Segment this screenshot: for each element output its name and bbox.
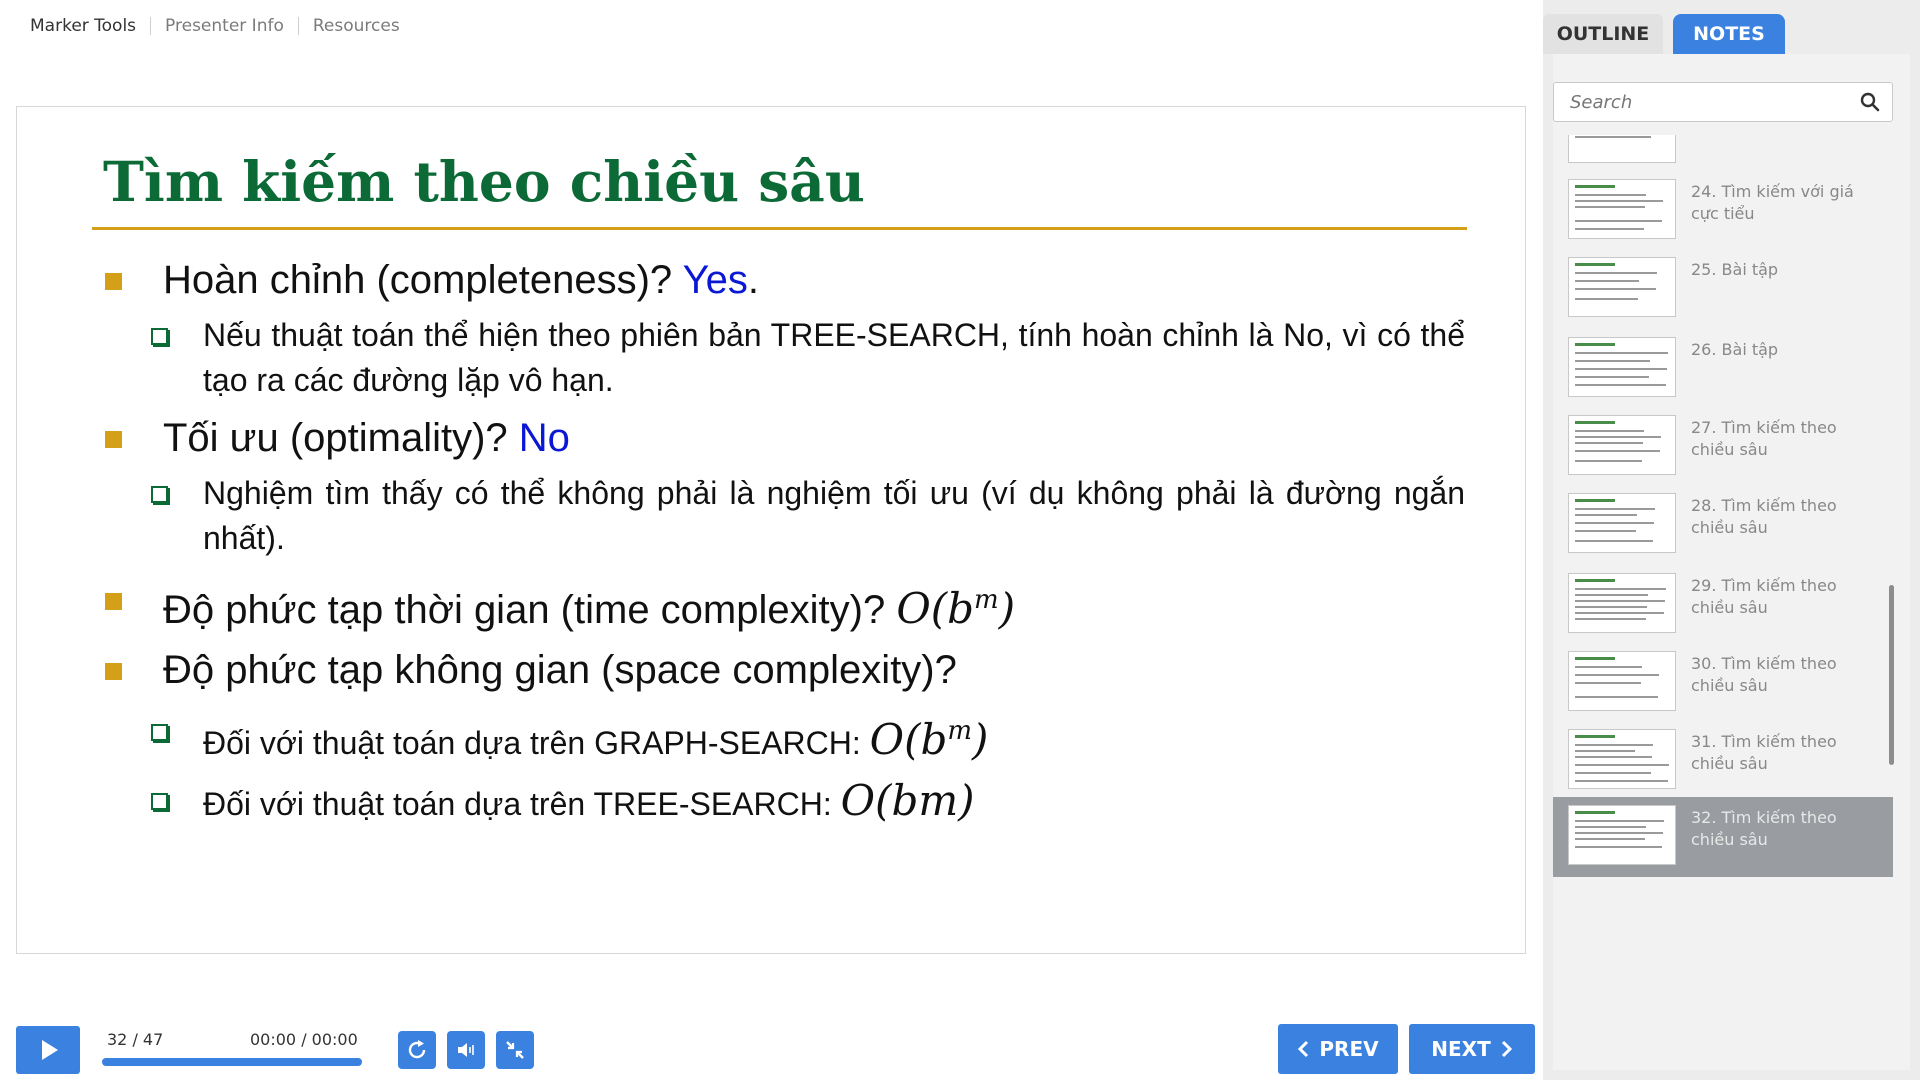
sub-bullet-tree-search-space: Đối với thuật toán dựa trên TREE-SEARCH:… (105, 778, 1465, 827)
slide-thumbnail (1568, 729, 1676, 789)
slide-title: Tìm kiếm theo chiều sâu (103, 149, 865, 214)
sidebar-scrollbar[interactable] (1889, 585, 1894, 765)
slide-thumbnail (1568, 805, 1676, 865)
menu-divider (297, 17, 299, 35)
volume-button[interactable] (447, 1031, 485, 1069)
collapse-icon (506, 1041, 524, 1059)
top-menu: Marker Tools Presenter Info Resources (30, 16, 400, 36)
slide-list: tiểu 24. Tìm kiếm với giá cực tiểu 25. Bài… (1553, 135, 1903, 1070)
slide-list-item[interactable]: 31. Tìm kiếm theo chiều sâu (1553, 721, 1893, 801)
slide-list-item[interactable]: 28. Tìm kiếm theo chiều sâu (1553, 485, 1893, 565)
bullet-text: Độ phức tạp không gian (space complexity… (163, 648, 957, 692)
sub-bullet-graph-search: Đối với thuật toán dựa trên GRAPH-SEARCH… (105, 709, 1465, 766)
progress-fill (102, 1058, 362, 1066)
math-expression: O(bm) (896, 584, 1016, 633)
menu-divider (150, 17, 152, 35)
prev-label: PREV (1319, 1037, 1379, 1061)
marker-tools-link[interactable]: Marker Tools (30, 16, 136, 36)
tab-outline[interactable]: OUTLINE (1543, 14, 1663, 54)
slide-list-label: 30. Tìm kiếm theo chiều sâu (1691, 654, 1837, 695)
search-box (1553, 82, 1893, 122)
bullet-answer: No (518, 416, 570, 460)
sub-bullet-text: Đối với thuật toán dựa trên GRAPH-SEARCH… (203, 725, 870, 761)
slide-thumbnail (1568, 257, 1676, 317)
chevron-left-icon (1298, 1040, 1309, 1058)
next-label: NEXT (1431, 1037, 1491, 1061)
replay-button[interactable] (398, 1031, 436, 1069)
volume-icon (458, 1043, 474, 1057)
slide-list-item[interactable]: 25. Bài tập (1553, 249, 1893, 329)
slide-list-label: 28. Tìm kiếm theo chiều sâu (1691, 496, 1837, 537)
bullet-time-complexity: Độ phức tạp thời gian (time complexity)?… (105, 575, 1465, 635)
slide-thumbnail (1568, 415, 1676, 475)
collapse-button[interactable] (496, 1031, 534, 1069)
bullet-text: Tối ưu (optimality)? (163, 416, 519, 460)
prev-button[interactable]: PREV (1278, 1024, 1398, 1074)
slide-thumbnail (1568, 179, 1676, 239)
slide-list-item[interactable]: 24. Tìm kiếm với giá cực tiểu (1553, 171, 1893, 251)
title-divider (92, 227, 1467, 230)
play-button[interactable] (16, 1026, 80, 1074)
bullet-answer: Yes (682, 258, 748, 302)
sub-bullet-not-optimal: Nghiệm tìm thấy có thể không phải là ngh… (105, 471, 1465, 561)
slide-list-label: 32. Tìm kiếm theo chiều sâu (1691, 808, 1837, 849)
presenter-info-link[interactable]: Presenter Info (165, 16, 284, 36)
slide-thumbnail (1568, 573, 1676, 633)
bullet-optimality: Tối ưu (optimality)? No (105, 413, 1465, 463)
bullet-space-complexity: Độ phức tạp không gian (space complexity… (105, 645, 1465, 695)
math-expression: O(bm) (840, 776, 975, 825)
slide-bullets: Hoàn chỉnh (completeness)? Yes. Nếu thuậ… (105, 247, 1465, 827)
slide-list-item[interactable]: 30. Tìm kiếm theo chiều sâu (1553, 643, 1893, 723)
sub-bullet-text: Nghiệm tìm thấy có thể không phải là ngh… (203, 475, 1465, 556)
bullet-completeness: Hoàn chỉnh (completeness)? Yes. (105, 255, 1465, 305)
slide-counter: 32 / 47 (107, 1030, 164, 1049)
slide-canvas: Tìm kiếm theo chiều sâu Hoàn chỉnh (comp… (16, 106, 1526, 954)
slide-list-label: 27. Tìm kiếm theo chiều sâu (1691, 418, 1837, 459)
chevron-right-icon (1501, 1040, 1512, 1058)
slide-list-item[interactable]: 27. Tìm kiếm theo chiều sâu (1553, 407, 1893, 487)
progress-bar[interactable] (102, 1058, 362, 1066)
sub-bullet-text: Đối với thuật toán dựa trên TREE-SEARCH: (203, 786, 841, 822)
sub-bullet-text: Nếu thuật toán thể hiện theo phiên bản T… (203, 317, 1465, 398)
slide-list-item[interactable]: 32. Tìm kiếm theo chiều sâu (1553, 797, 1893, 877)
search-icon[interactable] (1860, 92, 1880, 112)
resources-link[interactable]: Resources (313, 16, 400, 36)
slide-list-label: 31. Tìm kiếm theo chiều sâu (1691, 732, 1837, 773)
search-input[interactable] (1554, 83, 1844, 121)
time-display: 00:00 / 00:00 (250, 1030, 358, 1049)
sidebar: OUTLINE NOTES tiểu 24. Tìm kiếm với giá c… (1543, 0, 1920, 1080)
slide-list-item[interactable]: 26. Bài tập (1553, 329, 1893, 409)
slide-thumbnail (1568, 651, 1676, 711)
slide-list-label: 29. Tìm kiếm theo chiều sâu (1691, 576, 1837, 617)
next-button[interactable]: NEXT (1409, 1024, 1535, 1074)
slide-list-label: 25. Bài tập (1691, 260, 1779, 279)
math-expression: O(bm) (869, 715, 989, 764)
slide-list-label: 26. Bài tập (1691, 340, 1779, 359)
slide-list-item[interactable]: 29. Tìm kiếm theo chiều sâu (1553, 565, 1893, 645)
slide-thumbnail (1568, 337, 1676, 397)
tab-notes[interactable]: NOTES (1673, 14, 1785, 54)
sidebar-tabs: OUTLINE NOTES (1543, 14, 1920, 54)
bullet-text: Hoàn chỉnh (completeness)? (163, 258, 683, 302)
slide-thumbnail (1568, 135, 1676, 163)
slide-list-item[interactable]: tiểu (1553, 135, 1893, 175)
bullet-text: Độ phức tạp thời gian (time complexity)? (163, 588, 897, 632)
slide-list-label: 24. Tìm kiếm với giá cực tiểu (1691, 182, 1854, 223)
sub-bullet-tree-search: Nếu thuật toán thể hiện theo phiên bản T… (105, 313, 1465, 403)
replay-icon (408, 1040, 426, 1059)
slide-thumbnail (1568, 493, 1676, 553)
